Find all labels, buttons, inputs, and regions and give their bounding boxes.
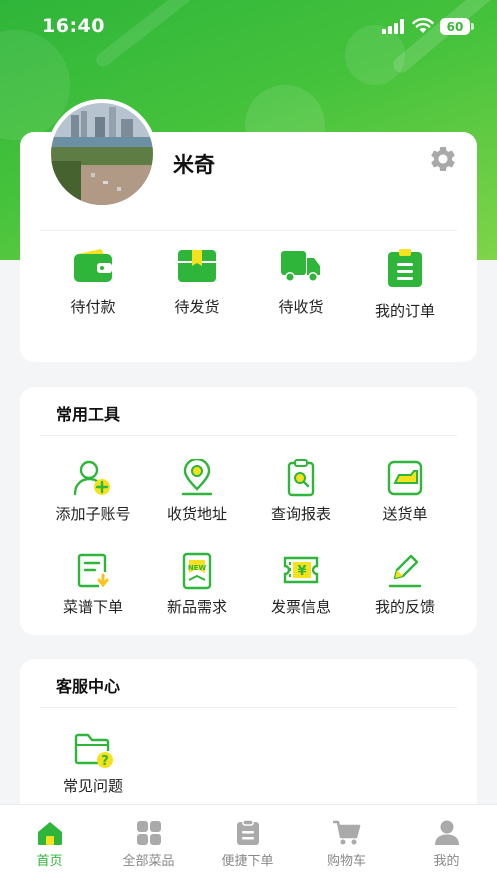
tab-all-dishes[interactable]: 全部菜品 <box>99 820 198 869</box>
wifi-icon <box>412 17 434 33</box>
report-search-icon <box>287 459 315 497</box>
avatar[interactable] <box>47 99 157 209</box>
user-icon <box>434 820 459 845</box>
tab-mine[interactable]: 我的 <box>397 820 496 869</box>
tool-my-feedback[interactable]: 我的反馈 <box>350 552 460 617</box>
feedback-pen-icon <box>388 554 422 588</box>
tool-invoice-info[interactable]: ¥ 发票信息 <box>246 552 356 617</box>
truck-icon <box>281 251 320 282</box>
cellular-signal-icon <box>382 19 404 34</box>
quick-order-icon <box>236 820 259 845</box>
status-bar: 16:40 60 <box>0 0 497 54</box>
wallet-icon <box>74 249 112 282</box>
tab-label: 购物车 <box>326 854 366 869</box>
section-title: 客服中心 <box>56 677 121 696</box>
tab-quick-order[interactable]: 便捷下单 <box>198 820 297 869</box>
bottom-tab-bar: 首页 全部菜品 便捷下单 购物车 我的 <box>0 804 497 883</box>
tool-label: 查询报表 <box>270 505 331 523</box>
tab-cart[interactable]: 购物车 <box>297 820 396 869</box>
tool-label: 送货单 <box>382 505 428 523</box>
order-pending-shipment[interactable]: 待发货 <box>142 248 252 317</box>
tab-label: 便捷下单 <box>221 854 274 869</box>
faq-folder-icon: ? <box>74 733 113 769</box>
battery-level: 60 <box>446 19 464 34</box>
order-pending-payment[interactable]: 待付款 <box>38 248 148 317</box>
tool-recipe-order[interactable]: 菜谱下单 <box>38 552 148 617</box>
battery-tip <box>471 23 474 30</box>
add-user-icon <box>73 460 110 496</box>
tool-label: 新品需求 <box>166 598 227 616</box>
delivery-note-icon <box>387 460 423 496</box>
tool-label: 发票信息 <box>270 598 331 616</box>
cart-icon <box>332 820 360 845</box>
tab-home[interactable]: 首页 <box>0 820 99 869</box>
section-title: 常用工具 <box>56 405 121 424</box>
order-status-row: 待付款 待发货 待收货 我的订单 <box>20 248 477 328</box>
profile-card: 米奇 待付款 待发货 待收货 我的订单 <box>20 99 477 362</box>
user-name: 米奇 <box>173 153 215 177</box>
battery-icon: 60 <box>440 18 470 35</box>
new-product-icon: NEW <box>182 552 212 590</box>
tool-delivery-note[interactable]: 送货单 <box>350 459 460 524</box>
recipe-order-icon <box>77 553 109 588</box>
home-icon <box>37 822 62 845</box>
order-all[interactable]: 我的订单 <box>350 248 460 321</box>
divider <box>40 707 457 708</box>
svg-text:?: ? <box>101 754 109 769</box>
location-pin-icon <box>181 459 213 496</box>
order-label: 待收货 <box>278 298 324 316</box>
tools-card: 常用工具 添加子账号 收货地址 查询报表 送货单 菜谱下单 NEW 新品需求 ¥… <box>20 387 477 635</box>
tool-query-report[interactable]: 查询报表 <box>246 459 356 524</box>
tab-label: 我的 <box>433 854 460 869</box>
svg-text:¥: ¥ <box>297 564 306 579</box>
tool-label: 菜谱下单 <box>62 598 123 616</box>
order-pending-receipt[interactable]: 待收货 <box>246 248 356 317</box>
box-icon <box>178 250 216 282</box>
tab-label: 全部菜品 <box>122 854 175 869</box>
svg-text:NEW: NEW <box>188 564 207 572</box>
invoice-icon: ¥ <box>283 556 319 584</box>
settings-gear-icon[interactable] <box>428 144 458 174</box>
order-label: 我的订单 <box>374 302 435 320</box>
order-label: 待发货 <box>174 298 220 316</box>
grid-icon <box>136 821 161 845</box>
divider <box>40 435 457 436</box>
tool-shipping-address[interactable]: 收货地址 <box>142 459 252 524</box>
tool-label: 常见问题 <box>62 777 123 795</box>
tool-new-product-request[interactable]: NEW 新品需求 <box>142 552 252 617</box>
avatar-photo <box>51 103 153 205</box>
tool-label: 我的反馈 <box>374 598 435 616</box>
tool-label: 添加子账号 <box>55 505 131 523</box>
service-card: 客服中心 ? 常见问题 <box>20 659 477 819</box>
order-label: 待付款 <box>70 298 116 316</box>
status-time: 16:40 <box>42 15 105 37</box>
clipboard-list-icon <box>388 249 422 287</box>
service-faq[interactable]: ? 常见问题 <box>38 731 148 796</box>
tool-label: 收货地址 <box>166 505 227 523</box>
tool-add-sub-account[interactable]: 添加子账号 <box>38 459 148 524</box>
divider <box>40 230 457 231</box>
tab-label: 首页 <box>36 854 63 869</box>
